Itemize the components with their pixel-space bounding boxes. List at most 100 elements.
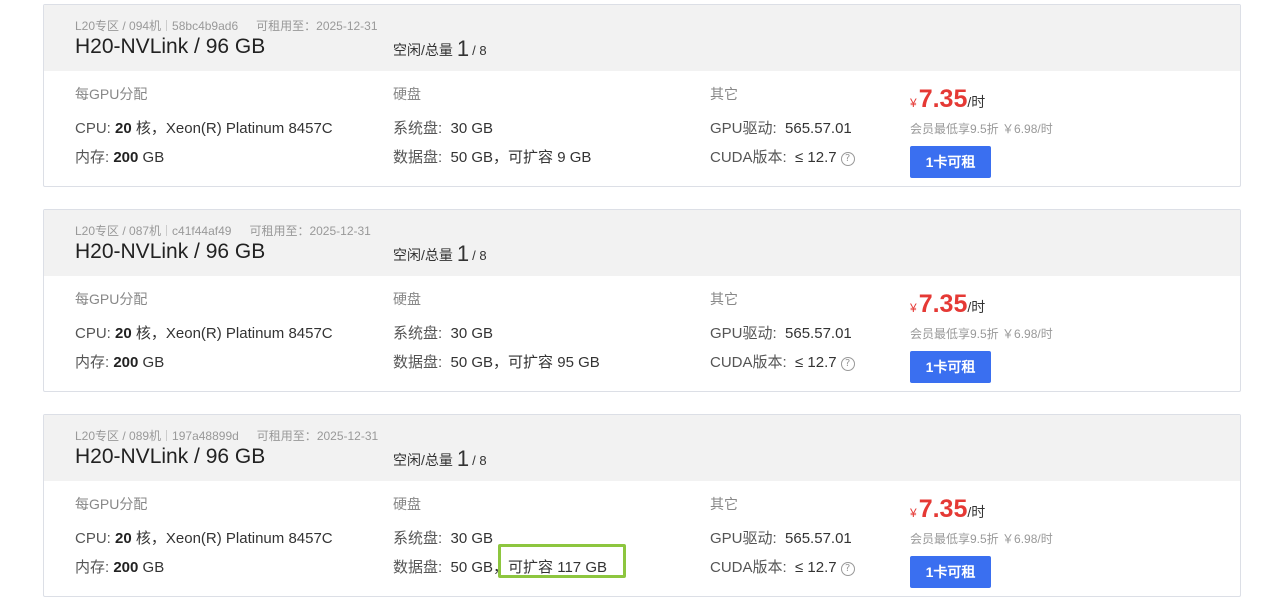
divider (166, 225, 168, 236)
help-icon[interactable]: ? (840, 152, 855, 166)
mem-unit: GB (142, 559, 165, 576)
avail-label: 空闲/总量 (393, 247, 453, 263)
cuda-value: ≤ 12.7 (795, 149, 837, 166)
total-count: / 8 (472, 453, 487, 468)
cuda-spec: CUDA版本: ≤ 12.7? (710, 146, 855, 167)
rent-button[interactable]: 1卡可租 (910, 146, 991, 178)
cpu-spec: CPU: 20 核，Xeon(R) Platinum 8457C (75, 117, 333, 138)
card-header: L20专区 / 087机 c41f44af49 可租用至：2025-12-31 H2… (44, 210, 1240, 276)
rent-button[interactable]: 1卡可租 (910, 351, 991, 383)
disk-heading: 硬盘 (393, 496, 421, 512)
rent-button[interactable]: 1卡可租 (910, 556, 991, 588)
divider (166, 430, 168, 441)
machine-card: L20专区 / 089机 197a48899d 可租用至：2025-12-31 H2… (43, 414, 1241, 597)
mem-unit: GB (142, 354, 165, 371)
price: ¥7.35/时 (910, 85, 985, 114)
price-amount: 7.35 (918, 495, 968, 523)
avail-label: 空闲/总量 (393, 42, 453, 58)
total-count: / 8 (472, 43, 487, 58)
cuda-label: CUDA版本: (710, 354, 787, 371)
driver-spec: GPU驱动: 565.57.01 (710, 117, 852, 138)
disk-heading: 硬盘 (393, 86, 421, 102)
help-icon[interactable]: ? (840, 562, 855, 576)
machine-card: L20专区 / 094机 58bc4b9ad6 可租用至：2025-12-31 H2… (43, 4, 1241, 187)
until-label: 可租用至： (249, 224, 310, 238)
driver-spec: GPU驱动: 565.57.01 (710, 527, 852, 548)
cpu-model: Xeon(R) Platinum 8457C (165, 325, 333, 342)
until-date: 2025-12-31 (309, 224, 371, 238)
cuda-label: CUDA版本: (710, 149, 787, 166)
expandable-label: ，可扩容 (493, 354, 554, 371)
machine-id: 58bc4b9ad6 (172, 19, 239, 33)
availability: 空闲/总量 1/ 8 (393, 446, 487, 472)
until-date: 2025-12-31 (316, 429, 379, 443)
expandable-label: ，可扩容 (493, 559, 554, 576)
mem-value: 200 (113, 149, 139, 166)
sys-disk-spec: 系统盘: 30 GB (393, 117, 493, 138)
total-count: / 8 (472, 248, 487, 263)
sys-disk-spec: 系统盘: 30 GB (393, 322, 493, 343)
machine-id: 197a48899d (172, 429, 239, 443)
zone-label: L20专区 / 089机 (75, 429, 162, 443)
avail-label: 空闲/总量 (393, 452, 453, 468)
price-amount: 7.35 (918, 290, 968, 318)
expand-value: 117 GB (557, 559, 607, 576)
card-header: L20专区 / 089机 197a48899d 可租用至：2025-12-31 H2… (44, 415, 1240, 481)
gpu-title: H20-NVLink / 96 GB (75, 240, 266, 263)
cpu-label: CPU: (75, 325, 111, 342)
other-heading: 其它 (710, 496, 738, 512)
data-disk-spec: 数据盘: 50 GB，可扩容 9 GB (393, 146, 591, 167)
driver-label: GPU驱动: (710, 325, 777, 342)
expand-value: 95 GB (557, 354, 600, 371)
other-heading: 其它 (710, 86, 738, 102)
price-unit: /时 (967, 299, 986, 315)
cores-unit: 核， (135, 120, 166, 137)
data-disk-value: 50 GB (450, 354, 494, 371)
sys-disk-value: 30 GB (450, 120, 494, 137)
gpu-alloc-heading: 每GPU分配 (75, 291, 148, 307)
help-icon[interactable]: ? (840, 357, 855, 371)
expand-value: 9 GB (557, 149, 592, 166)
cpu-cores: 20 (115, 530, 132, 547)
data-disk-label: 数据盘: (393, 354, 443, 371)
member-price: 会员最低享9.5折 ￥6.98/时 (910, 532, 1053, 546)
cpu-model: Xeon(R) Platinum 8457C (165, 120, 333, 137)
free-count: 1 (456, 36, 470, 61)
cpu-model: Xeon(R) Platinum 8457C (165, 530, 333, 547)
gpu-alloc-heading: 每GPU分配 (75, 496, 148, 512)
mem-spec: 内存: 200 GB (75, 146, 164, 167)
cuda-spec: CUDA版本: ≤ 12.7? (710, 351, 855, 372)
divider (166, 20, 168, 31)
cores-unit: 核， (135, 530, 166, 547)
driver-value: 565.57.01 (785, 120, 852, 137)
price: ¥7.35/时 (910, 495, 985, 524)
mem-spec: 内存: 200 GB (75, 351, 164, 372)
availability: 空闲/总量 1/ 8 (393, 241, 487, 267)
mem-label: 内存: (75, 149, 110, 166)
driver-label: GPU驱动: (710, 120, 777, 137)
gpu-alloc-heading: 每GPU分配 (75, 86, 148, 102)
driver-label: GPU驱动: (710, 530, 777, 547)
mem-unit: GB (142, 149, 165, 166)
data-disk-label: 数据盘: (393, 149, 443, 166)
disk-heading: 硬盘 (393, 291, 421, 307)
free-count: 1 (456, 446, 470, 471)
currency-symbol: ¥ (910, 96, 917, 110)
availability: 空闲/总量 1/ 8 (393, 36, 487, 62)
driver-spec: GPU驱动: 565.57.01 (710, 322, 852, 343)
gpu-title: H20-NVLink / 96 GB (75, 445, 266, 468)
machine-meta: L20专区 / 087机 c41f44af49 可租用至：2025-12-31 (75, 222, 371, 239)
sys-disk-label: 系统盘: (393, 325, 443, 342)
sys-disk-value: 30 GB (450, 530, 494, 547)
sys-disk-label: 系统盘: (393, 530, 443, 547)
until-label: 可租用至： (256, 19, 317, 33)
data-disk-label: 数据盘: (393, 559, 443, 576)
other-heading: 其它 (710, 291, 738, 307)
price-unit: /时 (967, 504, 986, 520)
mem-label: 内存: (75, 559, 110, 576)
member-price: 会员最低享9.5折 ￥6.98/时 (910, 122, 1053, 136)
cpu-label: CPU: (75, 530, 111, 547)
price-amount: 7.35 (918, 85, 968, 113)
sys-disk-spec: 系统盘: 30 GB (393, 527, 493, 548)
cuda-label: CUDA版本: (710, 559, 787, 576)
